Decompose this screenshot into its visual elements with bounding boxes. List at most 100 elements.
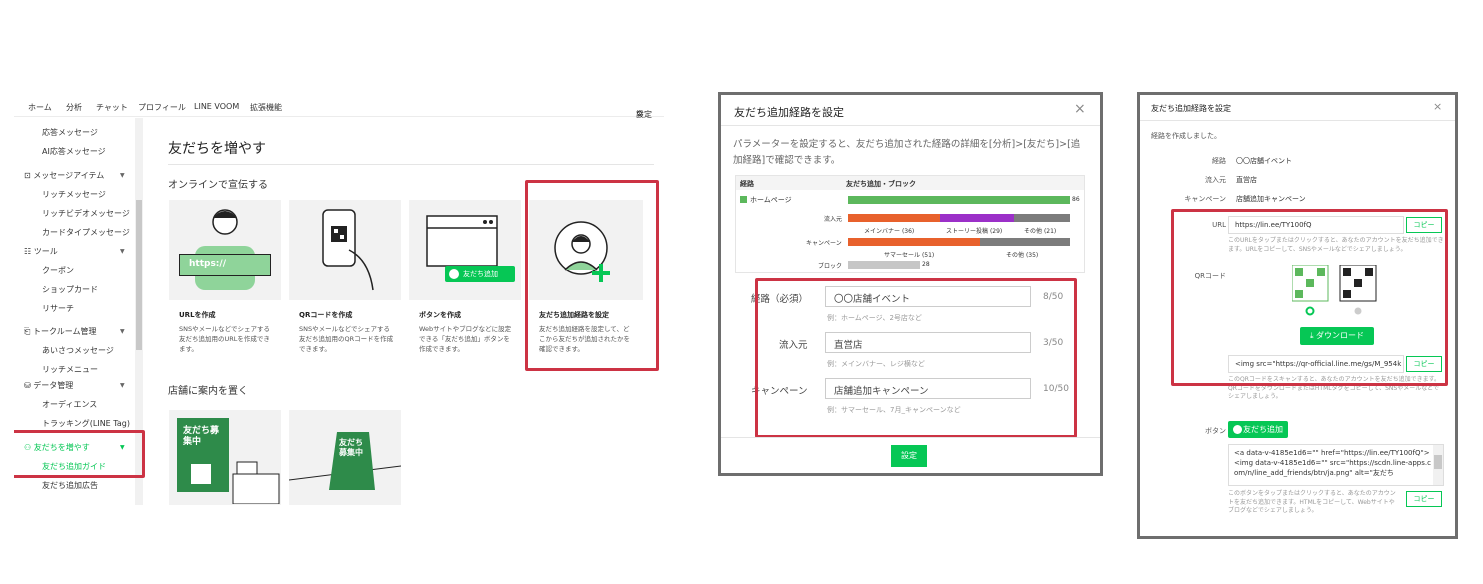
sidebar-item-shop-card[interactable]: ショップカード — [42, 284, 98, 295]
button-code-field[interactable]: <a data-v-4185e1d6="" href="https://lin.… — [1228, 444, 1444, 486]
card-desc: SNSやメールなどでシェアする友だち追加用のURLを作成できます。 — [179, 325, 270, 353]
card-title: QRコードを作成 — [299, 311, 353, 319]
card-poster[interactable]: 友だち募集中 — [169, 410, 281, 505]
highlight-box — [1171, 209, 1448, 386]
tools-icon: ☷ — [24, 247, 32, 256]
card-desc: Webサイトやブログなどに設定できる「友だち追加」ボタンを作成できます。 — [419, 325, 512, 353]
segment-label: ストーリー投稿 (29) — [946, 228, 1003, 235]
card-qr[interactable]: QRコードを作成 SNSやメールなどでシェアする友だち追加用のQRコードを作成で… — [289, 200, 401, 368]
sidebar-item-auto-reply[interactable]: 応答メッセージ — [42, 127, 98, 138]
page-title: 友だちを増やす — [168, 141, 266, 157]
sidebar-item-rich-menu[interactable]: リッチメニュー — [42, 364, 98, 375]
chevron-down-icon: ▼ — [120, 328, 125, 335]
row-label: 経路 — [1212, 157, 1226, 165]
sidebar-group-label: トークルーム管理 — [32, 327, 97, 336]
close-icon[interactable]: × — [1433, 100, 1442, 113]
card-url[interactable]: https:// URLを作成 SNSやメールなどでシェアする友だち追加用のUR… — [169, 200, 281, 368]
scrollbar-thumb[interactable] — [1434, 455, 1442, 469]
bar-segment-orange — [848, 238, 980, 246]
highlight-box — [14, 430, 145, 478]
sidebar-item-card-message[interactable]: カードタイプメッセージ — [42, 227, 130, 238]
sidebar-group-chat-room[interactable]: ⎗ トークルーム管理 — [24, 326, 96, 337]
bar-segment-orange — [848, 214, 940, 222]
divider — [721, 437, 1100, 438]
nav-home[interactable]: ホーム — [28, 102, 52, 113]
sidebar-item-audience[interactable]: オーディエンス — [42, 399, 97, 410]
sidebar-item-friend-ads[interactable]: 友だち追加広告 — [42, 480, 98, 491]
sidebar-group-label: データ管理 — [33, 381, 74, 390]
database-icon: ⛁ — [24, 381, 31, 390]
nav-chat[interactable]: チャット — [96, 102, 128, 113]
stand-text: 友だち募集中 — [339, 438, 363, 457]
person-holding-url-icon — [195, 209, 255, 290]
row-label: ホームページ — [750, 196, 792, 204]
code-scrollbar[interactable] — [1433, 445, 1443, 485]
divider — [721, 125, 1100, 126]
nav-extensions[interactable]: 拡張機能 — [250, 102, 282, 113]
row-value: 直営店 — [1236, 176, 1257, 184]
sidebar-group-label: ツール — [33, 247, 58, 256]
route-chart: 経路 友だち追加・ブロック ホームページ 86 流入元 メインバナー (36) … — [735, 175, 1085, 273]
nav-analytics[interactable]: 分析 — [66, 102, 82, 113]
bar-value: 28 — [922, 261, 930, 268]
sidebar-group-tools[interactable]: ☷ ツール — [24, 246, 58, 257]
sidebar-item-rich-video[interactable]: リッチビデオメッセージ — [42, 208, 130, 219]
row-label: 流入元 — [824, 216, 843, 223]
chat-room-icon: ⎗ — [24, 327, 31, 336]
copy-button-code[interactable]: コピー — [1406, 491, 1442, 507]
sidebar-item-tracking[interactable]: トラッキング(LINE Tag) — [42, 418, 130, 429]
row-label: キャンペーン — [1184, 195, 1226, 203]
qr-code-icon — [191, 464, 211, 484]
created-message: 経路を作成しました。 — [1151, 132, 1221, 140]
nav-line-voom[interactable]: LINE VOOM — [194, 102, 239, 111]
card-stand[interactable]: 友だち募集中 — [288, 410, 402, 505]
bar-segment-purple — [940, 214, 1014, 222]
card-url-illustration: https:// — [169, 200, 281, 300]
divider — [168, 164, 654, 165]
card-qr-illustration — [289, 200, 401, 300]
result-dialog: 友だち追加経路を設定 × 経路を作成しました。 経路 〇〇店舗イベント 流入元 … — [1140, 95, 1455, 536]
card-desc: SNSやメールなどでシェアする友だち追加用のQRコードを作成できます。 — [299, 325, 394, 353]
dialog-description: パラメーターを設定すると、友だち追加された経路の詳細を[分析]>[友だち]>[追… — [733, 139, 1081, 166]
segment-label: その他 (21) — [1024, 228, 1057, 235]
row-value: 〇〇店舗イベント — [1236, 157, 1292, 165]
card-button-illustration: 友だち追加 — [409, 200, 521, 300]
browser-window-icon — [426, 215, 498, 267]
url-text: https:// — [189, 259, 226, 269]
row-label: 流入元 — [1205, 176, 1226, 184]
row-value: 店舗追加キャンペーン — [1236, 195, 1306, 203]
scrollbar-thumb[interactable] — [136, 200, 142, 350]
sidebar-item-greeting[interactable]: あいさつメッセージ — [42, 345, 114, 356]
chevron-down-icon: ▼ — [120, 248, 125, 255]
sidebar-item-coupon[interactable]: クーポン — [42, 265, 74, 276]
result-dialog-panel: 友だち追加経路を設定 × 経路を作成しました。 経路 〇〇店舗イベント 流入元 … — [1137, 92, 1458, 539]
card-button[interactable]: 友だち追加 ボタンを作成 Webサイトやブログなどに設定できる「友だち追加」ボタ… — [409, 200, 521, 368]
button-note: このボタンをタップまたはクリックすると、あなたのアカウントを友だち追加できます。… — [1228, 490, 1396, 514]
dialog-title: 友だち追加経路を設定 — [734, 106, 844, 119]
sidebar-item-research[interactable]: リサーチ — [42, 303, 74, 314]
dashboard-panel: ホーム 分析 チャット プロフィール LINE VOOM 拡張機能 ⚙ 設定 応… — [14, 95, 664, 505]
register-icon — [232, 461, 280, 504]
legend-swatch — [740, 196, 747, 203]
submit-button[interactable]: 設定 — [891, 445, 927, 467]
sidebar-group-message-items[interactable]: ⊡ メッセージアイテム — [24, 170, 104, 181]
top-nav: ホーム 分析 チャット プロフィール LINE VOOM 拡張機能 ⚙ 設定 — [14, 95, 664, 119]
sidebar-group-data[interactable]: ⛁ データ管理 — [24, 380, 73, 391]
message-items-icon: ⊡ — [24, 171, 31, 180]
nav-profile[interactable]: プロフィール — [138, 102, 186, 113]
sidebar-item-ai-reply[interactable]: AI応答メッセージ — [42, 146, 106, 157]
chart-header: 経路 友だち追加・ブロック — [736, 176, 1084, 190]
bar-value: 86 — [1072, 196, 1080, 203]
close-icon[interactable]: × — [1074, 101, 1086, 117]
card-title: URLを作成 — [179, 311, 216, 319]
sidebar-group-label: メッセージアイテム — [33, 171, 105, 180]
bar-home — [848, 196, 1070, 204]
phone-qr-icon — [322, 209, 374, 291]
chart-header-route: 経路 — [740, 180, 754, 188]
poster-text: 友だち募集中 — [183, 426, 220, 447]
chevron-down-icon: ▼ — [120, 172, 125, 179]
bar-segment-gray — [1014, 214, 1070, 222]
segment-label: その他 (35) — [1006, 252, 1039, 259]
row-label: ブロック — [818, 263, 843, 270]
sidebar-item-rich-message[interactable]: リッチメッセージ — [42, 189, 106, 200]
